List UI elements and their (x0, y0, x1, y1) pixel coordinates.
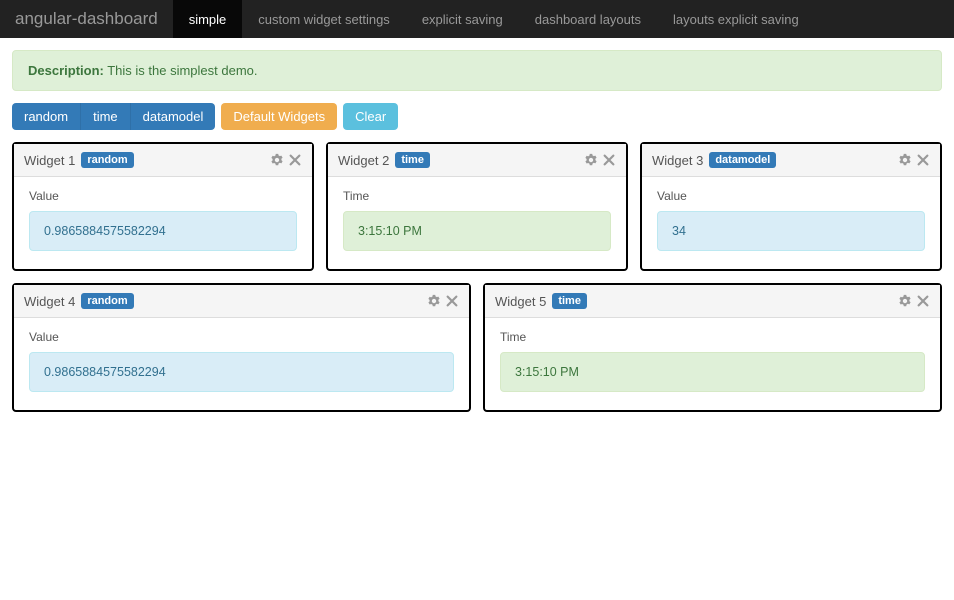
field-label: Time (343, 189, 611, 203)
widget-header: Widget 2 time (328, 144, 626, 177)
widget-body: Time 3:15:10 PM (328, 177, 626, 269)
widget-title-group: Widget 4 random (24, 293, 134, 309)
main-container: Description: This is the simplest demo. … (0, 38, 954, 436)
value-box: 34 (657, 211, 925, 251)
widget-body: Value 0.9865884575582294 (14, 177, 312, 269)
widget-header: Widget 3 datamodel (642, 144, 940, 177)
widget-header: Widget 1 random (14, 144, 312, 177)
description-label: Description: (28, 63, 104, 78)
widget-title-group: Widget 2 time (338, 152, 430, 168)
widget-badge: time (552, 293, 587, 309)
navbar: angular-dashboard simple custom widget s… (0, 0, 954, 38)
widget-3: Widget 3 datamodel Value 34 (640, 142, 942, 271)
field-label: Value (657, 189, 925, 203)
widget-title: Widget 2 (338, 153, 389, 168)
gear-icon[interactable] (584, 153, 598, 167)
nav-item-custom-widget-settings[interactable]: custom widget settings (242, 0, 406, 38)
close-icon[interactable] (445, 294, 459, 308)
random-button[interactable]: random (12, 103, 81, 130)
widgets-row-1: Widget 1 random Value 0.9865884575582294… (12, 142, 942, 271)
widget-2: Widget 2 time Time 3:15:10 PM (326, 142, 628, 271)
widget-icons (584, 153, 616, 167)
gear-icon[interactable] (898, 153, 912, 167)
description-alert: Description: This is the simplest demo. (12, 50, 942, 91)
widget-badge: random (81, 152, 133, 168)
nav-item-dashboard-layouts[interactable]: dashboard layouts (519, 0, 657, 38)
widget-title-group: Widget 5 time (495, 293, 587, 309)
default-widgets-button[interactable]: Default Widgets (221, 103, 337, 130)
close-icon[interactable] (602, 153, 616, 167)
widget-title: Widget 5 (495, 294, 546, 309)
widget-header: Widget 4 random (14, 285, 469, 318)
widget-title-group: Widget 1 random (24, 152, 134, 168)
widget-icons (270, 153, 302, 167)
navbar-brand[interactable]: angular-dashboard (0, 0, 173, 38)
value-box: 0.9865884575582294 (29, 352, 454, 392)
field-label: Time (500, 330, 925, 344)
widget-badge: random (81, 293, 133, 309)
description-text: This is the simplest demo. (107, 63, 257, 78)
add-widget-button-group: random time datamodel (12, 103, 215, 130)
widgets-row-2: Widget 4 random Value 0.9865884575582294… (12, 283, 942, 412)
clear-button[interactable]: Clear (343, 103, 398, 130)
widget-title: Widget 1 (24, 153, 75, 168)
nav-item-simple[interactable]: simple (173, 0, 243, 38)
value-box: 0.9865884575582294 (29, 211, 297, 251)
gear-icon[interactable] (427, 294, 441, 308)
value-box: 3:15:10 PM (343, 211, 611, 251)
widget-body: Value 34 (642, 177, 940, 269)
widget-body: Value 0.9865884575582294 (14, 318, 469, 410)
widget-body: Time 3:15:10 PM (485, 318, 940, 410)
widget-title: Widget 3 (652, 153, 703, 168)
widget-icons (898, 153, 930, 167)
datamodel-button[interactable]: datamodel (131, 103, 216, 130)
widget-badge: datamodel (709, 152, 776, 168)
nav-item-explicit-saving[interactable]: explicit saving (406, 0, 519, 38)
widget-icons (427, 294, 459, 308)
field-label: Value (29, 330, 454, 344)
widget-title-group: Widget 3 datamodel (652, 152, 776, 168)
close-icon[interactable] (916, 294, 930, 308)
close-icon[interactable] (288, 153, 302, 167)
gear-icon[interactable] (898, 294, 912, 308)
widget-title: Widget 4 (24, 294, 75, 309)
nav-item-layouts-explicit-saving[interactable]: layouts explicit saving (657, 0, 815, 38)
close-icon[interactable] (916, 153, 930, 167)
gear-icon[interactable] (270, 153, 284, 167)
button-row: random time datamodel Default Widgets Cl… (12, 103, 942, 130)
field-label: Value (29, 189, 297, 203)
widget-1: Widget 1 random Value 0.9865884575582294 (12, 142, 314, 271)
widget-5: Widget 5 time Time 3:15:10 PM (483, 283, 942, 412)
widget-icons (898, 294, 930, 308)
widget-4: Widget 4 random Value 0.9865884575582294 (12, 283, 471, 412)
time-button[interactable]: time (81, 103, 131, 130)
widget-header: Widget 5 time (485, 285, 940, 318)
value-box: 3:15:10 PM (500, 352, 925, 392)
widget-badge: time (395, 152, 430, 168)
